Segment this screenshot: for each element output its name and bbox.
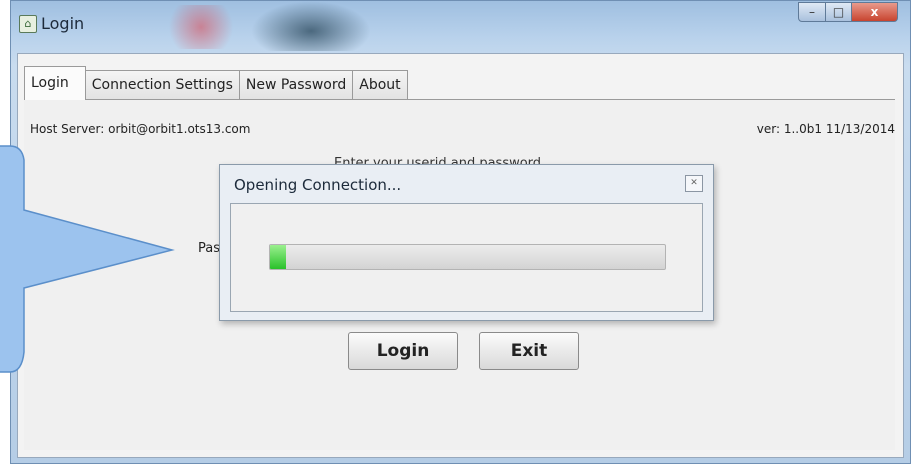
- dialog-body: [230, 203, 703, 312]
- dialog-title: Opening Connection...: [234, 176, 402, 194]
- tab-login[interactable]: Login: [24, 66, 86, 100]
- window-title: Login: [41, 14, 85, 33]
- exit-button[interactable]: Exit: [479, 332, 579, 370]
- titlebar-decoration: [251, 1, 371, 51]
- host-server-label: Host Server: orbit@orbit1.ots13.com: [30, 122, 251, 136]
- title-bar[interactable]: ⌂ Login – □ x: [11, 1, 910, 51]
- progress-fill: [270, 245, 286, 269]
- caption-buttons: – □ x: [798, 2, 898, 24]
- titlebar-decoration: [161, 5, 241, 49]
- login-button[interactable]: Login: [348, 332, 458, 370]
- close-button[interactable]: x: [852, 2, 898, 22]
- tab-new-password[interactable]: New Password: [238, 70, 354, 100]
- tab-strip: Login Connection Settings New Password A…: [24, 66, 408, 100]
- connection-progress-bar: [269, 244, 666, 270]
- maximize-button[interactable]: □: [826, 2, 852, 22]
- minimize-button[interactable]: –: [798, 2, 826, 22]
- opening-connection-dialog: Opening Connection... ✕: [219, 164, 714, 321]
- tab-about[interactable]: About: [352, 70, 408, 100]
- app-icon: ⌂: [19, 15, 37, 33]
- dialog-close-button[interactable]: ✕: [685, 175, 703, 192]
- version-label: ver: 1..0b1 11/13/2014: [756, 122, 895, 136]
- tab-connection-settings[interactable]: Connection Settings: [84, 70, 240, 100]
